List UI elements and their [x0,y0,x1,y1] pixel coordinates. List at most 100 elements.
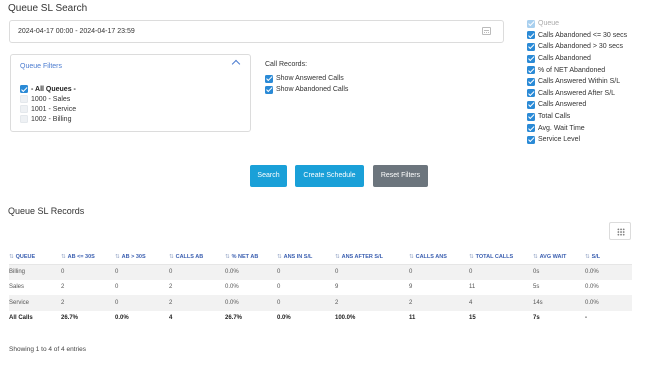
search-button[interactable]: Search [250,165,287,187]
checkbox[interactable] [20,85,28,93]
create-schedule-button[interactable]: Create Schedule [295,165,364,187]
checkbox[interactable] [527,112,535,121]
column-header-label: QUEUE [15,253,36,260]
checkbox [527,19,535,28]
sort-icon: ⇅ [225,253,230,260]
checkbox[interactable] [527,54,535,63]
column-toggle-label: Calls Abandoned > 30 secs [538,43,624,51]
column-header-label: S/L [591,253,601,260]
checkbox[interactable] [265,85,273,94]
call-record-option[interactable]: Show Abandoned Calls [265,84,348,95]
column-header[interactable]: ⇅ CALLS AB [169,250,225,265]
column-toggle[interactable]: Avg. Wait Time [527,122,627,134]
column-header[interactable]: ⇅% NET AB [225,250,277,265]
checkbox[interactable] [527,66,535,75]
checkbox[interactable] [527,100,535,109]
table-cell: 2 [61,284,65,291]
checkbox[interactable] [527,89,535,98]
table-cell: 4 [169,315,173,322]
sort-icon: ⇅ [335,253,340,260]
table-row: Sales 2 0 2 0.0% 0 9 9 11 5s 0.0% [9,280,632,296]
column-header-label: AB <= 30S [67,253,95,260]
column-toggle-label: Queue [538,20,560,28]
table-cell: 2 [409,295,469,311]
chevron-up-icon[interactable] [231,59,241,69]
column-toggle-list: Queue Calls Abandoned <= 30 secs Calls Aba… [527,18,627,146]
queue-filter-label: 1002 - Billing [31,115,72,123]
sort-icon: ⇅ [169,253,174,260]
table-cell: 0.0% [225,295,277,311]
queue-filters-heading[interactable]: Queue Filters [20,63,62,70]
column-header-label: CALLS AB [175,253,204,260]
table-row: Service 2 0 2 0.0% 0 2 2 4 14s 0.0% [9,295,632,311]
column-header[interactable]: ⇅ TOTAL CALLS [469,250,533,265]
column-header[interactable]: ⇅ ANS AFTER S/L [335,250,409,265]
table-cell: 0 [169,264,225,280]
table-info: Showing 1 to 4 of 4 entries [9,346,86,353]
checkbox[interactable] [20,105,28,113]
reset-filters-button[interactable]: Reset Filters [373,165,428,187]
column-toggle-label: Calls Abandoned [538,55,591,63]
checkbox[interactable] [527,135,535,144]
queue-filter-label: - All Queues - [31,85,76,93]
sort-icon: ⇅ [61,253,66,260]
table-cell: All Calls [9,315,33,322]
table-cell: 0 [115,284,119,291]
column-toggle[interactable]: Calls Abandoned > 30 secs [527,41,627,53]
call-record-option[interactable]: Show Answered Calls [265,73,348,84]
checkbox[interactable] [265,74,273,83]
table-cell: 0 [61,264,115,280]
checkbox[interactable] [527,31,535,40]
column-toggle[interactable]: Calls Answered Within S/L [527,76,627,88]
table-cell: 2 [335,295,409,311]
records-title: Queue SL Records [8,206,85,216]
table-cell: 0.0% [115,315,129,322]
column-toggle[interactable]: % of NET Abandoned [527,64,627,76]
queue-filter-item[interactable]: 1002 - Billing [20,114,76,124]
queue-filters-panel: Queue Filters - All Queues - 1000 - Sales… [10,54,251,132]
calendar-icon[interactable] [482,27,491,35]
table-cell: 4 [469,295,533,311]
column-header[interactable]: ⇅ AB > 30S [115,250,169,265]
column-toggle[interactable]: Total Calls [527,111,627,123]
column-toggle[interactable]: Calls Abandoned [527,53,627,65]
checkbox[interactable] [527,124,535,133]
column-header-label: AB > 30S [121,253,146,260]
column-header[interactable]: ⇅ ANS IN S/L [277,250,335,265]
checkbox[interactable] [20,95,28,103]
column-toggle[interactable]: Service Level [527,134,627,146]
table-cell: 0 [277,295,335,311]
column-header[interactable]: ⇅ AB <= 30S [61,250,115,265]
table-cell: 11 [409,315,416,322]
column-toggle-label: Calls Answered [538,101,587,109]
table-cell: 0 [277,264,335,280]
table-total-row: All Calls 26.7% 0.0% 4 26.7% 0.0% 100.0% 11 15 7s… [9,311,632,327]
table-cell: 0.0% [225,264,277,280]
column-toggle[interactable]: Calls Abandoned <= 30 secs [527,30,627,42]
column-header[interactable]: ⇅ CALLS ANS [409,250,469,265]
queue-filter-item[interactable]: 1000 - Sales [20,94,76,104]
table-cell: 0.0% [585,295,632,311]
table-cell: 15 [469,315,476,322]
column-toggle-label: Avg. Wait Time [538,124,585,132]
column-header[interactable]: ⇅ S/L [585,250,632,265]
table-cell: 26.7% [225,315,243,322]
queue-filter-label: 1000 - Sales [31,95,71,103]
sort-icon: ⇅ [277,253,282,260]
column-header[interactable]: ⇅ QUEUE [9,250,61,265]
table-cell: 0.0% [225,284,239,291]
table-cell: 100.0% [335,315,356,322]
queue-filter-item[interactable]: - All Queues - [20,84,76,94]
column-header[interactable]: ⇅ AVG WAIT [533,250,585,265]
column-header-label: ANS IN S/L [283,253,313,260]
column-toggle[interactable]: Calls Answered After S/L [527,88,627,100]
queue-filter-item[interactable]: 1001 - Service [20,104,76,114]
checkbox[interactable] [20,115,28,123]
checkbox[interactable] [527,77,535,86]
column-visibility-button[interactable] [609,222,631,240]
column-toggle-label: Calls Answered After S/L [538,89,616,97]
date-range-input[interactable]: 2024-04-17 00:00 - 2024-04-17 23:59 [9,20,504,43]
column-toggle[interactable]: Calls Answered [527,99,627,111]
checkbox[interactable] [527,42,535,51]
table-cell: 0 [335,264,409,280]
